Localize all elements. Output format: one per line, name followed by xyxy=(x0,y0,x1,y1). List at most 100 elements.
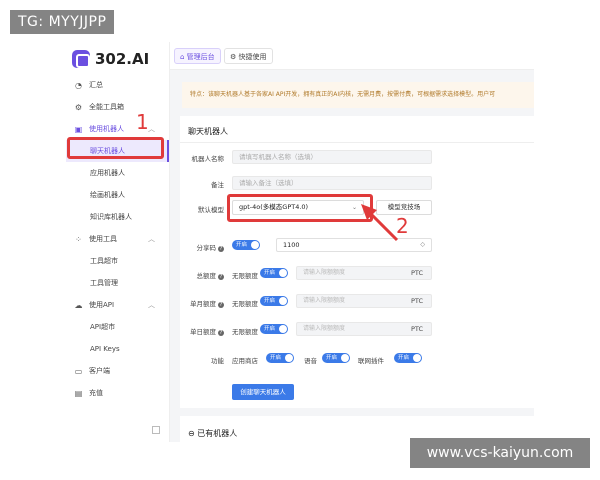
unit-label: PTC xyxy=(410,325,423,333)
tab-quick-use[interactable]: ⚙ 快捷使用 xyxy=(224,48,273,64)
label-text: 总额度 xyxy=(196,272,217,280)
input-value: 1100 xyxy=(283,241,300,249)
toggle-label: 开启 xyxy=(270,355,282,361)
daily-quota-input[interactable]: 请输入限额额度 PTC xyxy=(296,322,432,336)
toggle-label: 开启 xyxy=(326,355,338,361)
create-robot-button[interactable]: 创建聊天机器人 xyxy=(232,384,294,400)
annotation-box-2 xyxy=(227,194,373,222)
sidebar-item-label: 充值 xyxy=(89,389,103,397)
section-title: 已有机器人 xyxy=(197,429,238,438)
share-code-label: 分享码? xyxy=(180,242,224,252)
watermark-bottom-right: www.vcs-kaiyun.com xyxy=(410,438,590,468)
chevron-up-icon: ︿ xyxy=(148,125,155,133)
toggle-knob xyxy=(279,325,287,333)
monitor-icon: ▭ xyxy=(74,366,83,376)
main-content: 特点：该聊天机器人基于各家AI API开发，拥有真正的AI内核，无需月费，按需付… xyxy=(170,70,534,442)
chat-robot-form: 聊天机器人 机器人名称 请填写机器人名称（选填） 备注 请输入备注（选填） 默认… xyxy=(180,116,534,408)
logo-text: 302.AI xyxy=(95,50,150,68)
summary-icon: ◔ xyxy=(75,80,82,90)
robot-name-input[interactable]: 请填写机器人名称（选填） xyxy=(232,150,432,164)
sidebar-item-tools[interactable]: ⁘ 使用工具 ︿ xyxy=(66,228,169,250)
robot-icon: ⊖ xyxy=(188,429,198,438)
logo[interactable]: 302.AI xyxy=(72,48,149,70)
sidebar-item-client[interactable]: ▭ 客户端 xyxy=(66,360,169,382)
tab-label: 管理后台 xyxy=(186,53,215,61)
sidebar: 302.AI ◔ 汇总 ⚙ 全能工具箱 ▣ 使用机器人 ︿ 聊天机器人 应用机器… xyxy=(66,42,170,442)
sidebar-item-label: 全能工具箱 xyxy=(89,103,124,111)
toggle-knob xyxy=(341,354,349,362)
existing-robots-title: ⊖ 已有机器人 xyxy=(188,428,237,439)
sidebar-item-label: 汇总 xyxy=(89,81,103,89)
notice-banner: 特点：该聊天机器人基于各家AI API开发，拥有真正的AI内核，无需月费，按需付… xyxy=(182,82,534,108)
collapse-sidebar-icon[interactable] xyxy=(152,426,160,434)
sidebar-item-app-robot[interactable]: 应用机器人 xyxy=(66,162,169,184)
toggle-knob xyxy=(285,354,293,362)
toggle-label: 开启 xyxy=(264,270,276,276)
help-icon: ? xyxy=(218,274,224,280)
features-label: 功能 xyxy=(211,357,224,365)
annotation-number-1: 1 xyxy=(136,110,149,134)
label-text: 单月额度 xyxy=(190,300,216,308)
feature-web-plugin-toggle[interactable]: 开启 xyxy=(394,353,422,363)
sidebar-item-draw-robot[interactable]: 绘画机器人 xyxy=(66,184,169,206)
help-icon: ? xyxy=(218,246,224,252)
sidebar-item-toolbox[interactable]: ⚙ 全能工具箱 xyxy=(66,96,169,118)
unit-label: PTC xyxy=(410,297,423,305)
feature-voice-toggle[interactable]: 开启 xyxy=(322,353,350,363)
top-bar: ⌂ 管理后台 ⚙ 快捷使用 xyxy=(170,42,534,70)
share-code-input[interactable]: 1100 ◇ xyxy=(276,238,432,252)
remark-label: 备注 xyxy=(211,181,224,189)
monthly-quota-toggle[interactable]: 开启 xyxy=(260,296,288,306)
robot-name-label: 机器人名称 xyxy=(191,155,225,163)
total-quota-toggle[interactable]: 开启 xyxy=(260,268,288,278)
form-title: 聊天机器人 xyxy=(188,127,228,136)
remark-input[interactable]: 请输入备注（选填） xyxy=(232,176,432,190)
toggle-label: 开启 xyxy=(264,298,276,304)
total-quota-label: 总额度? xyxy=(180,270,224,280)
toggle-label: 开启 xyxy=(398,355,410,361)
help-icon: ? xyxy=(218,302,224,308)
tab-admin[interactable]: ⌂ 管理后台 xyxy=(174,48,221,64)
unlimited-label: 无限额度 xyxy=(232,328,258,336)
sidebar-item-recharge[interactable]: ▤ 充值 xyxy=(66,382,169,404)
tools-icon: ⁘ xyxy=(75,234,82,244)
sidebar-item-label: 使用机器人 xyxy=(89,125,124,133)
logo-icon xyxy=(72,50,90,68)
daily-quota-toggle[interactable]: 开启 xyxy=(260,324,288,334)
tab-label: 快捷使用 xyxy=(238,53,267,61)
toolbox-icon: ⚙ xyxy=(74,102,83,112)
feature-voice-label: 语音 xyxy=(304,357,317,365)
daily-quota-label: 单日额度? xyxy=(180,326,224,336)
sidebar-item-api-keys[interactable]: API Keys xyxy=(66,338,169,360)
robot-icon: ▣ xyxy=(74,124,83,134)
toggle-knob xyxy=(279,269,287,277)
feature-app-store-toggle[interactable]: 开启 xyxy=(266,353,294,363)
help-icon: ? xyxy=(218,330,224,336)
sidebar-item-kb-robot[interactable]: 知识库机器人 xyxy=(66,206,169,228)
unlimited-label: 无限额度 xyxy=(232,300,258,308)
sidebar-item-tool-manage[interactable]: 工具管理 xyxy=(66,272,169,294)
sidebar-item-label: 使用工具 xyxy=(89,235,117,243)
share-code-toggle[interactable]: 开启 xyxy=(232,240,260,250)
watermark-top-left: TG: MYYJJPP xyxy=(10,10,115,34)
unlimited-label: 无限额度 xyxy=(232,272,258,280)
monthly-quota-input[interactable]: 请输入限额额度 PTC xyxy=(296,294,432,308)
sidebar-item-tool-market[interactable]: 工具超市 xyxy=(66,250,169,272)
monthly-quota-label: 单月额度? xyxy=(180,298,224,308)
label-text: 分享码 xyxy=(196,244,217,252)
sidebar-item-api[interactable]: ☁ 使用API ︿ xyxy=(66,294,169,316)
input-placeholder: 请输入限额额度 xyxy=(303,325,346,332)
home-icon: ⌂ xyxy=(180,53,187,61)
toggle-label: 开启 xyxy=(264,326,276,332)
sidebar-item-api-market[interactable]: API超市 xyxy=(66,316,169,338)
toggle-knob xyxy=(279,297,287,305)
unit-label: PTC xyxy=(410,269,423,277)
annotation-arrow-icon xyxy=(361,204,399,242)
sidebar-item-summary[interactable]: ◔ 汇总 xyxy=(66,74,169,96)
feature-app-store-label: 应用商店 xyxy=(232,357,258,365)
total-quota-input[interactable]: 请输入限额额度 PTC xyxy=(296,266,432,280)
feature-web-plugin-label: 联网插件 xyxy=(358,357,384,365)
chevron-up-icon: ︿ xyxy=(148,235,155,243)
gear-icon: ⚙ xyxy=(230,53,239,61)
stepper-icon[interactable]: ◇ xyxy=(420,239,425,251)
